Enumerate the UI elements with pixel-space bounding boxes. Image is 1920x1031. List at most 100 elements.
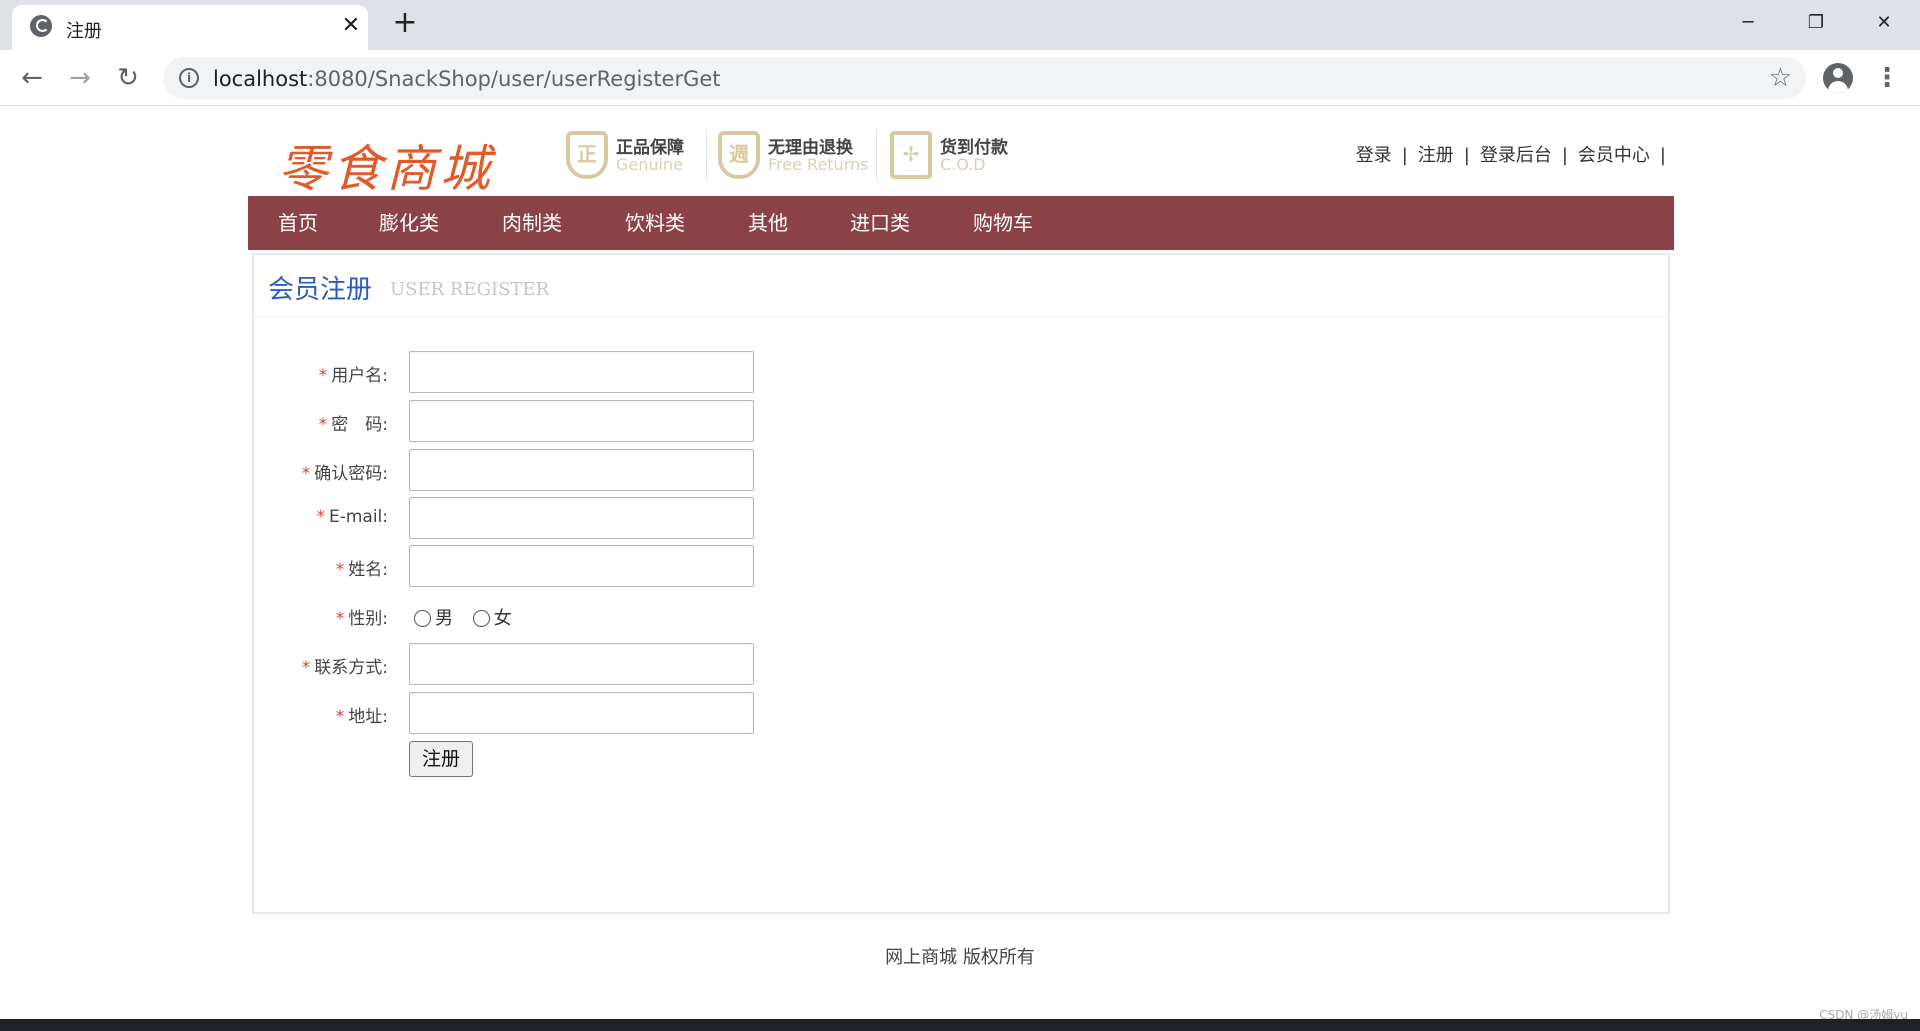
required-mark: * — [335, 560, 345, 580]
bookmark-star-icon[interactable]: ☆ — [1769, 63, 1792, 93]
register-submit-button[interactable]: 注册 — [409, 741, 473, 777]
password-input[interactable] — [409, 400, 754, 442]
field-label: * 确认密码: — [302, 459, 388, 484]
label-text: 地址: — [348, 707, 388, 727]
badge-divider — [876, 129, 877, 181]
page-content: 零食商城 正 正品保障 Genuine 週 无理由退换 Free Returns… — [0, 107, 1920, 1019]
back-icon[interactable]: ← — [17, 63, 47, 93]
browser-tab[interactable]: 注册 ✕ — [12, 5, 368, 50]
email-input[interactable] — [409, 497, 754, 539]
globe-icon — [30, 15, 52, 37]
shield-genuine-icon: 正 — [566, 131, 608, 179]
member-center-link[interactable]: 会员中心 — [1578, 145, 1650, 166]
panel-subtitle: USER REGISTER — [390, 279, 550, 300]
panel-title: 会员注册 — [268, 275, 373, 305]
more-menu-icon[interactable]: ⋮ — [1872, 63, 1902, 93]
gender-radio-group: 男 女 — [414, 604, 526, 630]
required-mark: * — [318, 366, 328, 386]
main-nav: 首页 膨化类 肉制类 饮料类 其他 进口类 购物车 — [248, 196, 1674, 250]
required-mark: * — [301, 658, 311, 678]
form-row-confirm-password: * 确认密码: — [254, 449, 1668, 493]
url-text: localhost:8080/SnackShop/user/userRegist… — [213, 67, 721, 91]
badge-subtitle: Genuine — [616, 155, 683, 174]
form-row-gender: * 性别: 男 女 — [254, 594, 1668, 638]
gender-female-radio[interactable] — [472, 610, 490, 627]
contact-input[interactable] — [409, 643, 754, 685]
address-bar[interactable]: i localhost:8080/SnackShop/user/userRegi… — [163, 57, 1806, 99]
badge-cod: ✢ 货到付款 C.O.D — [890, 129, 1030, 183]
browser-toolbar: ← → ↻ i localhost:8080/SnackShop/user/us… — [0, 50, 1920, 106]
confirm-password-input[interactable] — [409, 449, 754, 491]
field-label: * 地址: — [336, 702, 388, 727]
os-taskbar — [0, 1019, 1920, 1031]
label-text: E-mail: — [328, 507, 388, 527]
form-row-password: * 密 码: — [254, 400, 1668, 444]
field-label: * E-mail: — [316, 507, 388, 527]
new-tab-icon[interactable]: + — [390, 8, 420, 38]
field-label: * 性别: — [336, 604, 388, 629]
name-input[interactable] — [409, 545, 754, 587]
site-logo[interactable]: 零食商城 — [278, 129, 494, 201]
close-window-icon[interactable]: ✕ — [1864, 8, 1904, 38]
nav-item-puffed[interactable]: 膨化类 — [379, 196, 439, 250]
gender-male-radio[interactable] — [414, 610, 431, 627]
radio-label[interactable]: 男 — [435, 608, 453, 629]
footer-copyright: 网上商城 版权所有 — [885, 947, 1035, 968]
field-label: * 密 码: — [319, 410, 388, 435]
badge-returns: 週 无理由退换 Free Returns — [718, 129, 878, 183]
gift-box-icon: ✢ — [890, 131, 932, 179]
nav-item-drinks[interactable]: 饮料类 — [625, 196, 685, 250]
close-tab-icon[interactable]: ✕ — [338, 13, 364, 39]
form-row-address: * 地址: — [254, 692, 1668, 736]
label-text: 用户名: — [331, 366, 388, 386]
address-input[interactable] — [409, 692, 754, 734]
required-mark: * — [301, 464, 311, 484]
link-separator: | — [1659, 145, 1666, 166]
label-text: 性别: — [348, 609, 388, 629]
nav-item-cart[interactable]: 购物车 — [973, 196, 1033, 250]
form-row-username: * 用户名: — [254, 351, 1668, 395]
form-row-email: * E-mail: — [254, 497, 1668, 541]
minimize-icon[interactable]: ─ — [1728, 8, 1768, 38]
form-row-submit: 注册 — [254, 741, 1668, 785]
login-link[interactable]: 登录 — [1356, 145, 1392, 166]
nav-item-imported[interactable]: 进口类 — [850, 196, 910, 250]
required-mark: * — [318, 415, 328, 435]
label-text: 姓名: — [348, 560, 388, 580]
badge-subtitle: Free Returns — [768, 155, 869, 174]
label-text: 密 码: — [331, 415, 388, 435]
reload-icon[interactable]: ↻ — [113, 63, 143, 93]
profile-icon[interactable] — [1823, 63, 1853, 93]
browser-tab-strip: 注册 ✕ + ─ ❐ ✕ — [0, 0, 1920, 50]
url-host: localhost — [213, 67, 308, 91]
field-label: * 联系方式: — [302, 653, 388, 678]
link-separator: | — [1401, 145, 1408, 166]
radio-label[interactable]: 女 — [494, 608, 512, 629]
form-row-name: * 姓名: — [254, 545, 1668, 589]
tab-title: 注册 — [66, 21, 102, 42]
nav-item-home[interactable]: 首页 — [278, 196, 318, 250]
panel-header: 会员注册 USER REGISTER — [254, 255, 1668, 317]
label-text: 联系方式: — [314, 658, 388, 678]
required-mark: * — [335, 609, 345, 629]
restore-icon[interactable]: ❐ — [1796, 8, 1836, 38]
site-info-icon[interactable]: i — [179, 68, 199, 88]
url-path: :8080/SnackShop/user/userRegisterGet — [307, 67, 721, 91]
required-mark: * — [316, 507, 325, 527]
badge-genuine: 正 正品保障 Genuine — [566, 129, 706, 183]
link-separator: | — [1463, 145, 1470, 166]
required-mark: * — [335, 707, 345, 727]
nav-item-meat[interactable]: 肉制类 — [502, 196, 562, 250]
register-link[interactable]: 注册 — [1418, 145, 1454, 166]
nav-item-other[interactable]: 其他 — [748, 196, 788, 250]
link-separator: | — [1561, 145, 1568, 166]
field-label: * 姓名: — [336, 555, 388, 580]
top-links: 登录 | 注册 | 登录后台 | 会员中心 | — [1354, 141, 1674, 167]
badge-subtitle: C.O.D — [940, 155, 986, 174]
register-panel: 会员注册 USER REGISTER * 用户名: * 密 码: * 确认密码: * E… — [252, 253, 1670, 914]
shield-returns-icon: 週 — [718, 131, 760, 179]
username-input[interactable] — [409, 351, 754, 393]
admin-login-link[interactable]: 登录后台 — [1480, 145, 1552, 166]
field-label: * 用户名: — [319, 361, 388, 386]
forward-icon[interactable]: → — [65, 63, 95, 93]
